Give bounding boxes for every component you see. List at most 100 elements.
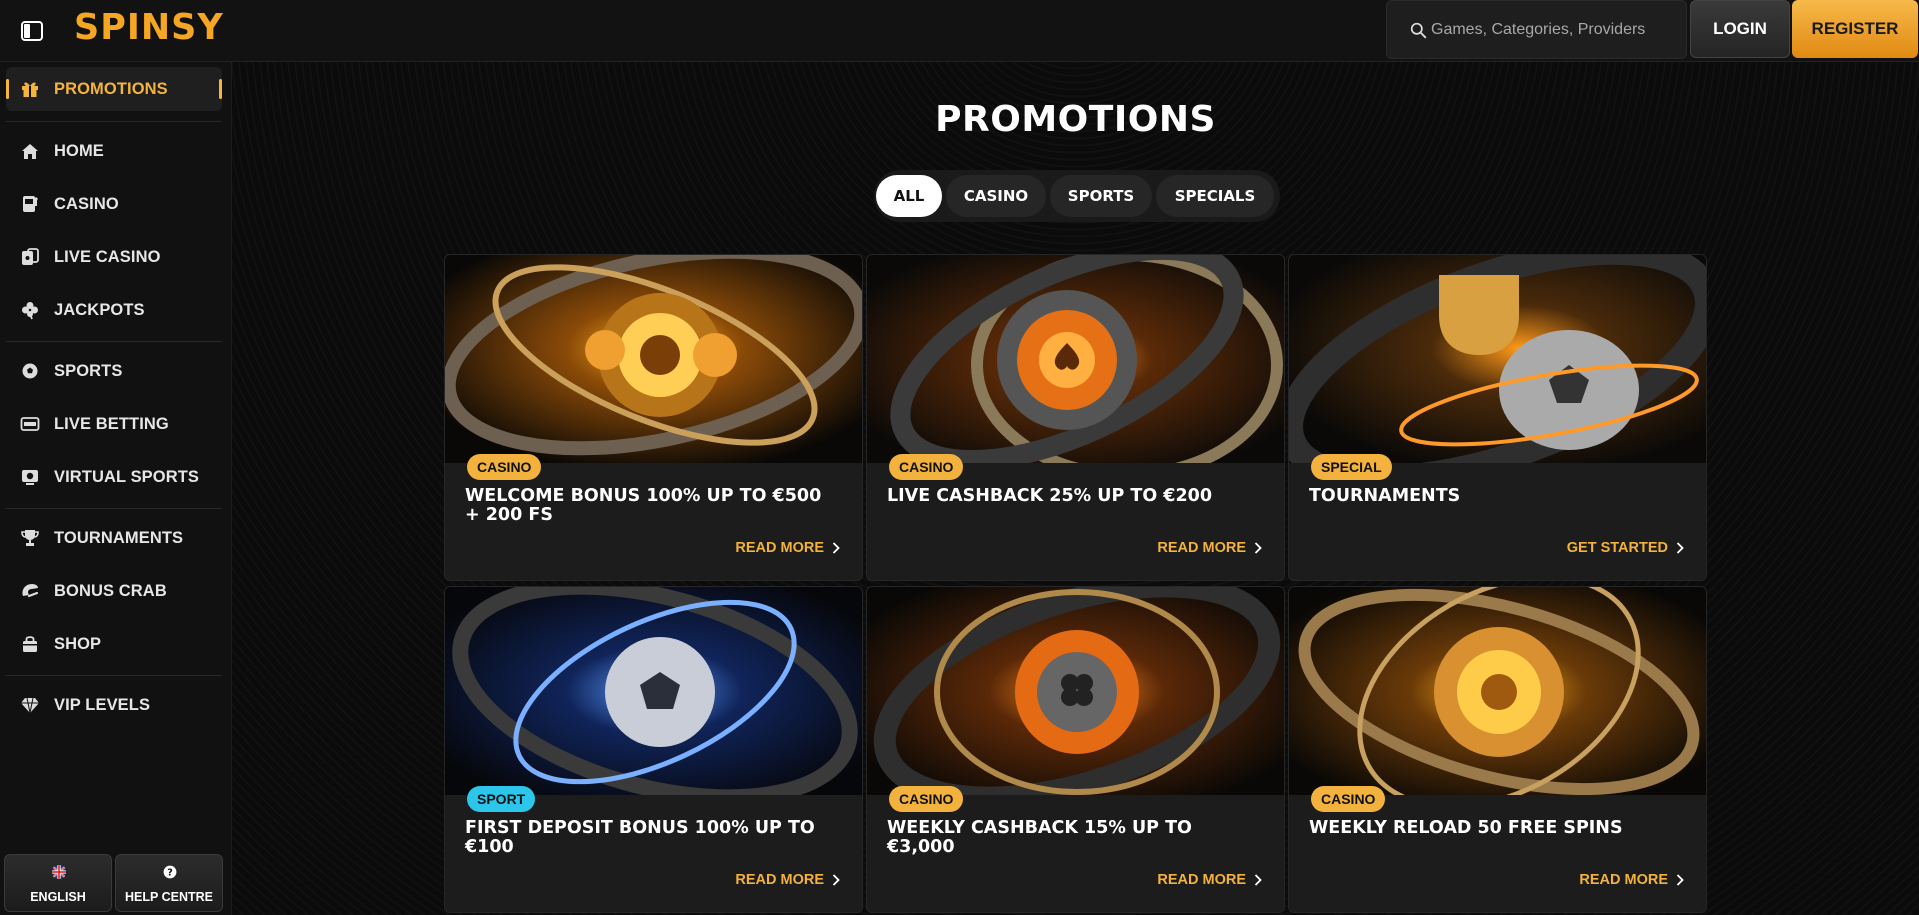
live-cards-icon — [22, 248, 39, 265]
sidebar-item-live-casino[interactable]: LIVE CASINO — [6, 235, 222, 279]
sidebar-item-virtual-sports[interactable]: VIRTUAL SPORTS — [6, 455, 222, 499]
trophy-ball-image — [1289, 255, 1706, 463]
login-button[interactable]: LOGIN — [1690, 0, 1790, 58]
get-started-link[interactable]: GET STARTED — [1567, 540, 1684, 556]
category-badge: CASINO — [889, 454, 964, 480]
cta-label: READ MORE — [1157, 540, 1246, 556]
cta-label: READ MORE — [735, 872, 824, 888]
sidebar-item-jackpots[interactable]: JACKPOTS — [6, 288, 222, 332]
sidebar-item-casino[interactable]: CASINO — [6, 182, 222, 226]
language-label: ENGLISH — [30, 890, 86, 904]
cta-label: READ MORE — [735, 540, 824, 556]
top-header: SPINSY LOGIN REGISTER — [0, 0, 1919, 62]
sidebar-item-label: PROMOTIONS — [54, 80, 168, 98]
sidebar-divider — [6, 508, 222, 509]
main-content: PROMOTIONS ALL CASINO SPORTS SPECIALS CA… — [232, 62, 1919, 915]
spinsy-logo[interactable]: SPINSY — [74, 8, 224, 49]
promo-title: LIVE CASHBACK 25% UP TO €200 — [887, 486, 1212, 506]
blue-ball-image — [445, 587, 862, 795]
promo-filter-bar: ALL CASINO SPORTS SPECIALS — [874, 170, 1280, 222]
read-more-link[interactable]: READ MORE — [1157, 872, 1262, 888]
sidebar-item-sports[interactable]: SPORTS — [6, 349, 222, 393]
promo-card-weekly-cashback[interactable]: CASINO WEEKLY CASHBACK 15% UP TO €3,000 … — [866, 586, 1285, 913]
sidebar-item-home[interactable]: HOME — [6, 129, 222, 173]
sidebar-toggle-icon[interactable] — [20, 19, 44, 43]
filter-sports[interactable]: SPORTS — [1050, 175, 1152, 217]
filter-specials[interactable]: SPECIALS — [1156, 175, 1274, 217]
soccer-ball-icon — [22, 363, 38, 379]
category-badge: CASINO — [467, 454, 542, 480]
sidebar-item-label: BONUS CRAB — [54, 582, 167, 600]
language-button[interactable]: ENGLISH — [4, 854, 112, 912]
sidebar-item-label: LIVE BETTING — [54, 415, 169, 433]
filter-casino[interactable]: CASINO — [946, 175, 1046, 217]
cta-label: GET STARTED — [1566, 540, 1668, 556]
promo-card-tournaments[interactable]: SPECIAL TOURNAMENTS GET STARTED — [1288, 254, 1707, 581]
sidebar-item-label: VIP LEVELS — [54, 696, 151, 714]
help-icon: ? — [163, 865, 177, 879]
chevron-right-icon — [1254, 874, 1262, 886]
cta-label: READ MORE — [1157, 872, 1246, 888]
read-more-link[interactable]: READ MORE — [735, 540, 840, 556]
chevron-right-icon — [1676, 874, 1684, 886]
sidebar-divider — [6, 675, 222, 676]
home-icon — [22, 144, 38, 159]
sidebar-item-promotions[interactable]: PROMOTIONS — [6, 67, 222, 111]
sidebar-item-vip-levels[interactable]: VIP LEVELS — [6, 683, 222, 727]
promo-card-weekly-reload[interactable]: CASINO WEEKLY RELOAD 50 FREE SPINS READ … — [1288, 586, 1707, 913]
help-centre-label: HELP CENTRE — [125, 890, 213, 904]
sidebar-item-label: HOME — [54, 142, 104, 160]
chevron-right-icon — [832, 542, 840, 554]
help-centre-button[interactable]: ? HELP CENTRE — [115, 854, 223, 912]
category-badge: CASINO — [1311, 786, 1386, 812]
sidebar-divider — [6, 121, 222, 122]
read-more-link[interactable]: READ MORE — [1157, 540, 1262, 556]
read-more-link[interactable]: READ MORE — [1579, 872, 1684, 888]
register-button[interactable]: REGISTER — [1792, 0, 1918, 58]
virtual-monitor-icon — [22, 470, 38, 485]
sidebar-item-label: JACKPOTS — [54, 301, 145, 319]
sidebar-item-shop[interactable]: SHOP — [6, 622, 222, 666]
sidebar-item-label: VIRTUAL SPORTS — [54, 468, 200, 486]
uk-flag-icon — [52, 865, 66, 879]
spade-chip-image — [867, 255, 1284, 463]
sidebar-item-label: TOURNAMENTS — [54, 529, 184, 547]
golden-gyroscope-image — [445, 255, 862, 463]
sidebar-item-label: SPORTS — [54, 362, 123, 380]
page-title: PROMOTIONS — [935, 99, 1216, 140]
promo-title: WEEKLY RELOAD 50 FREE SPINS — [1309, 818, 1623, 838]
sidebar-item-label: SHOP — [54, 635, 102, 653]
search-input[interactable] — [1431, 13, 1681, 47]
sidebar-item-bonus-crab[interactable]: BONUS CRAB — [6, 569, 222, 613]
trophy-icon — [21, 530, 39, 546]
chevron-right-icon — [1676, 542, 1684, 554]
chevron-right-icon — [1254, 542, 1262, 554]
live-tv-icon — [20, 417, 40, 431]
clover-chip-image — [867, 587, 1284, 795]
svg-text:?: ? — [167, 868, 173, 879]
promo-card-first-deposit-sport[interactable]: SPORT FIRST DEPOSIT BONUS 100% UP TO €10… — [444, 586, 863, 913]
sidebar: PROMOTIONS HOME CASINO LIVE CASINO JACKP… — [0, 62, 232, 915]
sidebar-item-label: CASINO — [54, 195, 119, 213]
search-icon — [1410, 22, 1427, 39]
filter-all[interactable]: ALL — [876, 175, 942, 217]
diamond-icon — [21, 697, 39, 714]
gift-icon — [22, 82, 38, 97]
promo-title: FIRST DEPOSIT BONUS 100% UP TO €100 — [465, 818, 815, 857]
promo-title: WEEKLY CASHBACK 15% UP TO €3,000 — [887, 818, 1192, 857]
cta-label: READ MORE — [1579, 872, 1668, 888]
promo-title: WELCOME BONUS 100% UP TO €500 + 200 FS — [465, 486, 822, 525]
chevron-right-icon — [832, 874, 840, 886]
shopping-bag-icon — [23, 636, 37, 652]
sidebar-item-live-betting[interactable]: LIVE BETTING — [6, 402, 222, 446]
sidebar-divider — [6, 341, 222, 342]
promo-title: TOURNAMENTS — [1309, 486, 1461, 506]
crab-claw-icon — [22, 584, 39, 598]
golden-coin-image — [1289, 587, 1706, 795]
search-box[interactable] — [1386, 0, 1687, 59]
read-more-link[interactable]: READ MORE — [735, 872, 840, 888]
slot-machine-icon — [23, 196, 38, 212]
sidebar-item-tournaments[interactable]: TOURNAMENTS — [6, 516, 222, 560]
promo-card-welcome-bonus[interactable]: CASINO WELCOME BONUS 100% UP TO €500 + 2… — [444, 254, 863, 581]
promo-card-live-cashback[interactable]: CASINO LIVE CASHBACK 25% UP TO €200 READ… — [866, 254, 1285, 581]
